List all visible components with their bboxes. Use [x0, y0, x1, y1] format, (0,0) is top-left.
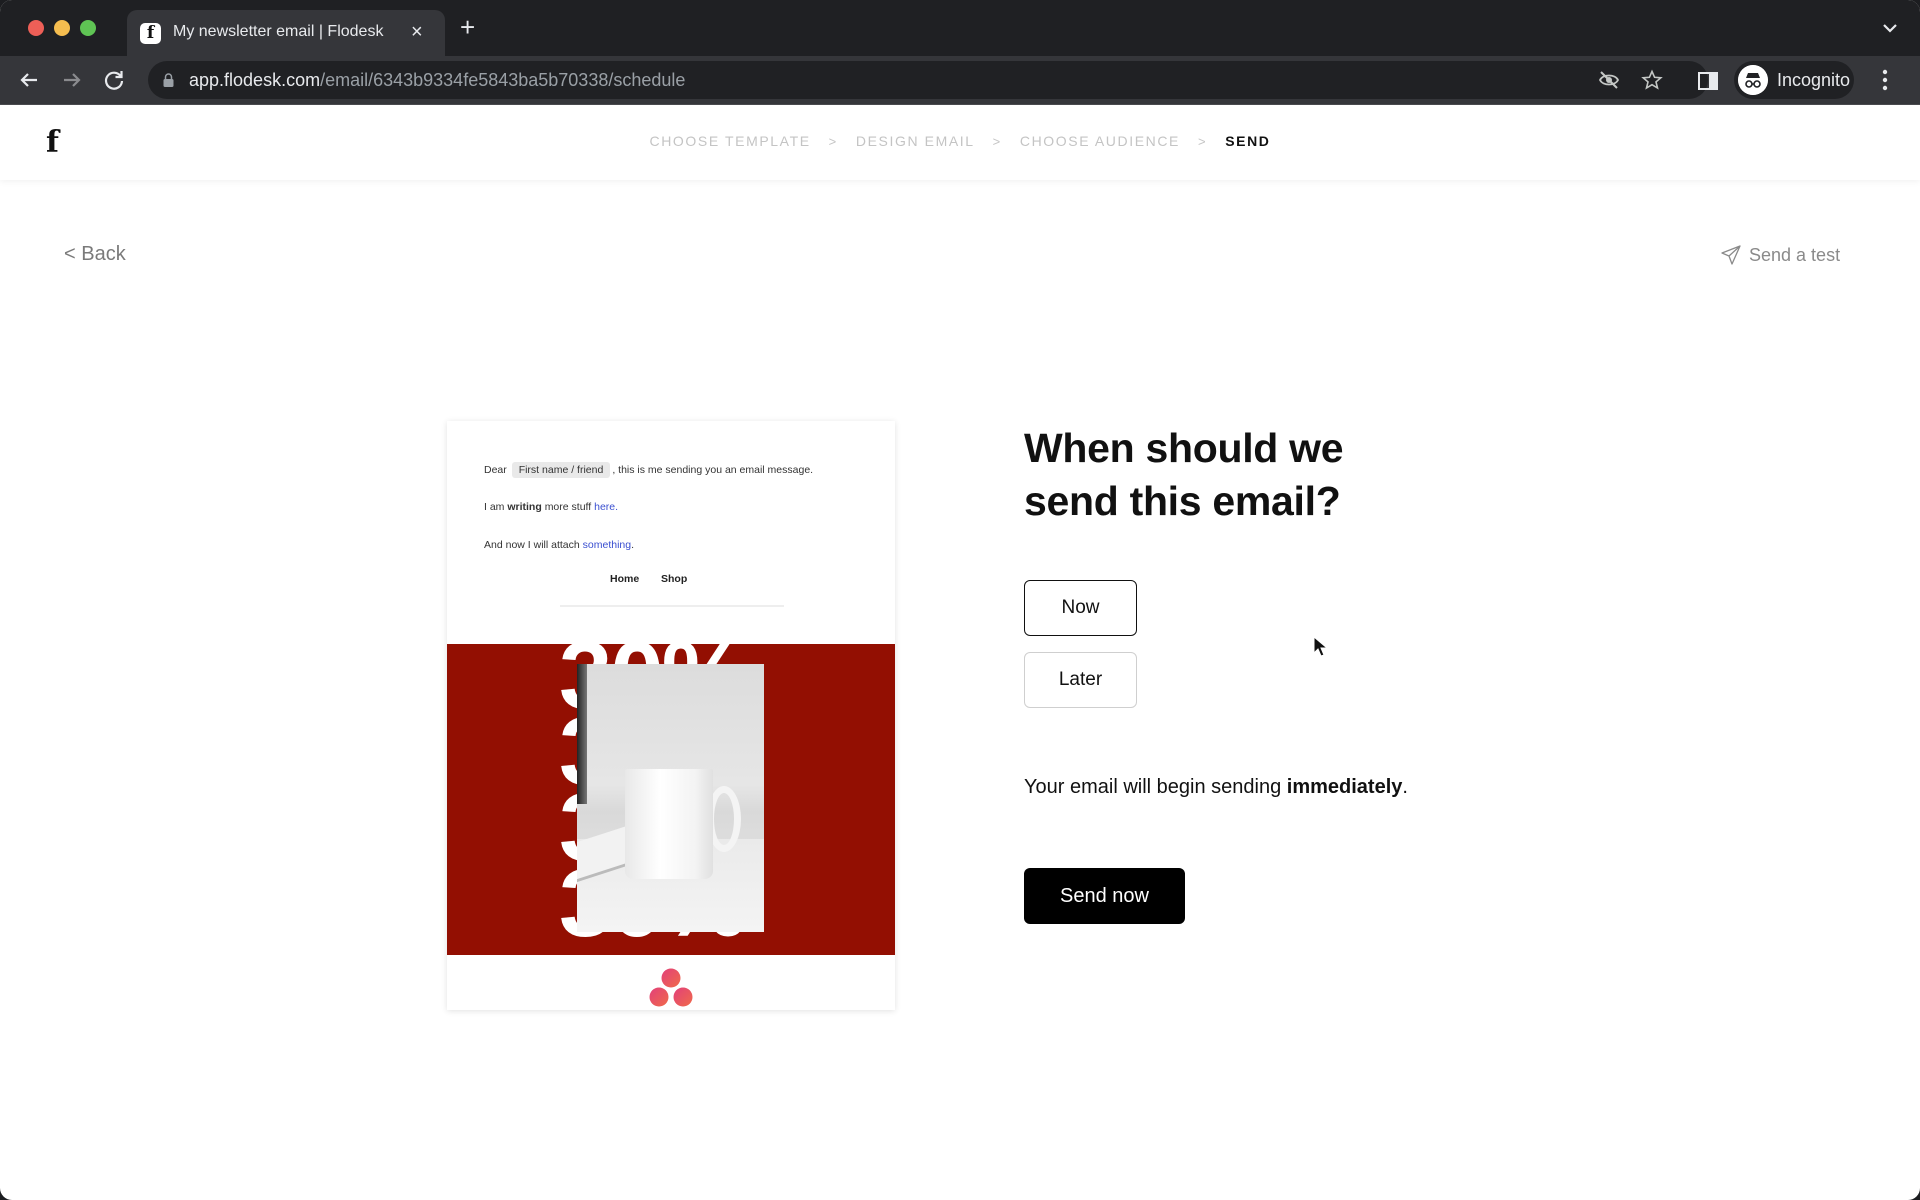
maximize-window-button[interactable]	[80, 20, 96, 36]
app-header: f CHOOSE TEMPLATE > DESIGN EMAIL > CHOOSE AU…	[0, 105, 1920, 180]
browser-toolbar: app.flodesk.com/email/6343b9334fe5843ba5…	[0, 56, 1920, 105]
url-host: app.flodesk.com	[189, 70, 321, 90]
preview-body-line: I am writing more stuff here.	[484, 501, 618, 513]
reload-icon[interactable]	[100, 66, 128, 94]
step-send: SEND	[1225, 133, 1271, 149]
preview-divider	[560, 605, 784, 607]
back-link[interactable]: < Back	[64, 243, 126, 266]
step-separator: >	[828, 134, 838, 149]
info-bold-text: immediately	[1286, 776, 1403, 798]
send-info-text: Your email will begin sending immediatel…	[1024, 776, 1408, 799]
preview-text: Dear	[484, 464, 507, 476]
preview-brand-logo-icon	[649, 968, 693, 1007]
send-test-label: Send a test	[1749, 245, 1841, 265]
back-arrow-icon[interactable]	[15, 66, 43, 94]
tab-bar: f My newsletter email | Flodesk × +	[0, 0, 1920, 56]
close-window-button[interactable]	[28, 20, 44, 36]
tab-list-chevron-icon[interactable]	[1880, 18, 1900, 38]
step-separator: >	[1198, 134, 1208, 149]
forward-arrow-icon[interactable]	[58, 66, 86, 94]
heading-line: When should we	[1024, 425, 1344, 471]
browser-window: f My newsletter email | Flodesk × + app.…	[0, 0, 1920, 1200]
photo-monitor	[577, 664, 587, 804]
browser-tab[interactable]: f My newsletter email | Flodesk ×	[127, 10, 445, 56]
step-choose-template[interactable]: CHOOSE TEMPLATE	[649, 133, 810, 149]
paper-plane-icon	[1721, 245, 1741, 265]
url-text[interactable]: app.flodesk.com/email/6343b9334fe5843ba5…	[189, 70, 685, 91]
more-vert-icon[interactable]	[1882, 68, 1888, 92]
flodesk-favicon-icon: f	[140, 23, 161, 44]
send-now-button[interactable]: Send now	[1024, 868, 1185, 924]
preview-text: I am	[484, 501, 505, 513]
new-tab-button[interactable]: +	[460, 14, 475, 40]
lock-icon	[163, 73, 174, 87]
step-choose-audience[interactable]: CHOOSE AUDIENCE	[1020, 133, 1180, 149]
profile-button[interactable]: Incognito	[1734, 61, 1854, 99]
photo-mug	[625, 769, 713, 879]
preview-nav-home: Home	[610, 573, 640, 585]
mug-photo	[577, 664, 764, 932]
preview-text: .	[631, 539, 635, 551]
preview-body-line: And now I will attach something.	[484, 539, 634, 551]
preview-banner: 30% 30% 30% 30%	[447, 644, 895, 955]
step-separator: >	[992, 134, 1002, 149]
eye-off-icon[interactable]	[1598, 69, 1620, 91]
merge-tag: First name / friend	[511, 462, 611, 478]
incognito-icon	[1738, 65, 1768, 95]
side-panel-icon[interactable]	[1698, 72, 1718, 90]
address-bar[interactable]: app.flodesk.com/email/6343b9334fe5843ba5…	[148, 61, 1708, 99]
preview-greeting-line: Dear First name / friend, this is me sen…	[484, 462, 813, 478]
preview-bold-text: writing	[507, 501, 542, 513]
heading-line: send this email?	[1024, 478, 1341, 524]
close-tab-icon[interactable]: ×	[411, 20, 423, 44]
schedule-heading: When should we send this email?	[1024, 422, 1344, 528]
preview-link: here.	[594, 501, 619, 513]
info-text: Your email will begin sending	[1024, 776, 1282, 798]
info-text: .	[1402, 776, 1408, 798]
now-option-button[interactable]: Now	[1024, 580, 1137, 636]
preview-nav-shop: Shop	[661, 573, 688, 585]
profile-label: Incognito	[1777, 70, 1851, 90]
preview-text: , this is me sending you an email messag…	[612, 464, 814, 476]
star-icon[interactable]	[1641, 69, 1663, 91]
later-option-button[interactable]: Later	[1024, 652, 1137, 708]
tab-title: My newsletter email | Flodesk	[173, 23, 384, 40]
minimize-window-button[interactable]	[54, 20, 70, 36]
url-path: /email/6343b9334fe5843ba5b70338/schedule	[320, 70, 686, 90]
wizard-steps: CHOOSE TEMPLATE > DESIGN EMAIL > CHOOSE AUDI…	[0, 133, 1920, 149]
step-design-email[interactable]: DESIGN EMAIL	[856, 133, 975, 149]
mouse-cursor-icon	[1313, 636, 1329, 657]
preview-text: And now I will attach	[484, 539, 580, 551]
preview-text: more stuff	[544, 501, 592, 513]
preview-link: something	[582, 539, 632, 551]
email-preview: Dear First name / friend, this is me sen…	[447, 421, 895, 1010]
